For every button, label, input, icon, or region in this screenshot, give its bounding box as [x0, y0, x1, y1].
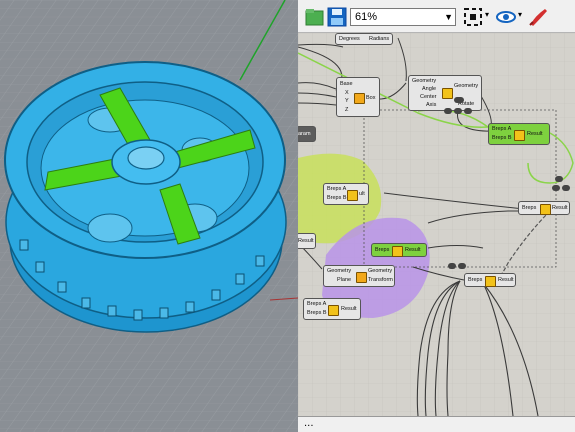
- union-purple-output: Result: [405, 247, 421, 253]
- degrees-radians-component[interactable]: Degrees Radians: [335, 33, 393, 45]
- union-left-input-a: Breps A: [327, 186, 347, 192]
- solid-union-purple-component[interactable]: Breps Result: [371, 243, 427, 257]
- preview-dropdown-icon[interactable]: ▾: [518, 10, 522, 19]
- union-green-input-a: Breps A: [492, 126, 512, 132]
- result-left-label: Result: [298, 238, 314, 244]
- solid-union-right-component[interactable]: Breps Result: [518, 201, 570, 215]
- rotate-output-label: Geometry: [454, 83, 479, 89]
- union-purple-icon: [392, 246, 403, 257]
- zoom-value: 61%: [355, 11, 378, 23]
- box-icon: [354, 93, 365, 104]
- save-icon[interactable]: [326, 6, 348, 28]
- zoom-extents-dropdown-icon[interactable]: ▾: [485, 10, 489, 19]
- union-left-input-b: Breps B: [327, 195, 347, 201]
- zoom-remove-icon[interactable]: [448, 263, 456, 269]
- degrees-input-label: Degrees: [339, 36, 360, 42]
- gh-toolbar: 61% ▼ ▾ ▾: [298, 0, 575, 33]
- rotate-input-axis: Axis: [426, 102, 437, 108]
- solid-union-green-component[interactable]: Breps A Breps B Result: [488, 123, 550, 145]
- zoom-controls: [444, 108, 480, 116]
- box-component[interactable]: Base X Y Z Box: [336, 77, 380, 117]
- union-purple-input: Breps: [375, 247, 390, 253]
- box-output-label: Box: [366, 95, 376, 101]
- rotate-input-center: Center: [420, 94, 437, 100]
- zoom-extents-icon[interactable]: [462, 6, 484, 28]
- rotate-component[interactable]: Geometry Angle Center Axis Geometry Rota…: [408, 75, 482, 111]
- mirror-input-plane: Plane: [337, 277, 352, 283]
- gh-statusbar: ...: [298, 416, 575, 432]
- solid-union-bottom-left-component[interactable]: Breps A Breps B Result: [303, 298, 361, 320]
- rotate-input-geometry: Geometry: [412, 78, 437, 84]
- union-bl-input-b: Breps B: [307, 310, 327, 316]
- param-left-label: aram: [298, 131, 311, 137]
- viewport-scene: [0, 0, 298, 432]
- grasshopper-window[interactable]: 61% ▼ ▾ ▾ Degrees Radians Base X Y Z Box…: [298, 0, 575, 432]
- zoom-remove-icon[interactable]: [454, 108, 462, 114]
- param-left-component[interactable]: aram: [298, 126, 316, 142]
- union-bl-input-a: Breps A: [307, 301, 327, 307]
- bake-brush-icon[interactable]: [527, 6, 549, 28]
- mirror-output-transform: Transform: [368, 277, 393, 283]
- union-bl-icon: [328, 305, 339, 316]
- chevron-down-icon: ▼: [444, 12, 453, 22]
- mirror-input-geometry: Geometry: [327, 268, 352, 274]
- gh-canvas[interactable]: Degrees Radians Base X Y Z Box Geometry …: [298, 33, 575, 416]
- union-left-icon: [347, 190, 358, 201]
- box-input-base: Base: [340, 81, 353, 87]
- box-input-y: Y: [345, 98, 349, 104]
- box-input-z: Z: [345, 107, 349, 113]
- union-right-input: Breps: [522, 205, 537, 211]
- wheel-model: [4, 61, 287, 333]
- union-bl-output: Result: [341, 306, 357, 312]
- union-green-icon: [514, 130, 525, 141]
- zoom-handle-icon[interactable]: [555, 176, 563, 182]
- union-right-icon: [540, 204, 551, 215]
- solid-union-left-component[interactable]: Breps A Breps B ult: [323, 183, 369, 205]
- mirror-component[interactable]: Geometry Plane Geometry Transform: [323, 265, 395, 287]
- solid-union-bottom-component[interactable]: Breps Result: [464, 273, 516, 287]
- statusbar-text: ...: [304, 418, 314, 429]
- result-mid-label: ult: [359, 191, 365, 197]
- preview-eye-icon[interactable]: [495, 6, 517, 28]
- open-file-icon[interactable]: [304, 6, 326, 28]
- union-bottom-output: Result: [498, 277, 514, 283]
- union-bottom-icon: [485, 276, 496, 287]
- union-green-output: Result: [527, 131, 543, 137]
- zoom-add-icon[interactable]: [458, 263, 466, 269]
- param-handle[interactable]: [454, 97, 464, 103]
- zoom-add-icon[interactable]: [464, 108, 472, 114]
- union-bottom-input: Breps: [468, 277, 483, 283]
- mirror-output-geometry: Geometry: [368, 268, 393, 274]
- rotate-icon: [442, 88, 453, 99]
- zoom-in-icon[interactable]: [444, 108, 452, 114]
- result-left-component[interactable]: Result: [298, 233, 316, 249]
- zoom-add-icon[interactable]: [562, 185, 570, 191]
- union-green-input-b: Breps B: [492, 135, 512, 141]
- bottom-zoom-controls: [448, 263, 484, 271]
- radians-output-label: Radians: [369, 36, 390, 42]
- zoom-combobox[interactable]: 61% ▼: [350, 8, 456, 26]
- box-input-x: X: [345, 90, 349, 96]
- mirror-icon: [356, 272, 367, 283]
- zoom-remove-icon[interactable]: [552, 185, 560, 191]
- rotate-input-angle: Angle: [422, 86, 437, 92]
- rhino-viewport[interactable]: [0, 0, 298, 432]
- union-right-output: Result: [552, 205, 568, 211]
- right-zoom-controls: [552, 176, 572, 196]
